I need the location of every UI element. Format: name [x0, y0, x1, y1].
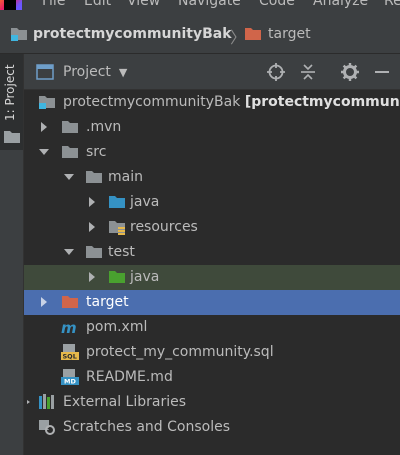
tree-item-mvn[interactable]: .mvn [24, 115, 400, 140]
tree-item-sql-label: protect_my_community.sql [86, 344, 274, 360]
chevron-right-icon[interactable] [86, 196, 98, 208]
menu-code[interactable]: Code [259, 0, 295, 10]
chevron-right-icon[interactable] [38, 296, 50, 308]
tree-item-external-libraries-label: External Libraries [63, 394, 186, 410]
excluded-folder-icon [62, 296, 78, 308]
menu-bar: File Edit View Navigate Code Analyze Re [0, 0, 400, 10]
tree-item-scratches[interactable]: Scratches and Consoles [24, 415, 400, 440]
folder-icon [86, 246, 102, 258]
chevron-down-icon[interactable] [38, 146, 50, 158]
tree-item-main[interactable]: main [24, 165, 400, 190]
tree-item-external-libraries[interactable]: External Libraries [24, 390, 400, 415]
excluded-folder-icon [245, 28, 261, 40]
project-tree: protectmycommunityBak [protectmycommuni … [24, 90, 400, 455]
menu-edit[interactable]: Edit [84, 0, 111, 10]
navigation-bar: protectmycommunityBak 〉 target [0, 10, 400, 54]
chevron-down-icon: ▼ [118, 65, 128, 79]
folder-icon [4, 131, 20, 143]
tree-item-test-java-label: java [130, 269, 160, 285]
project-panel-title: Project [63, 64, 111, 80]
tree-item-mvn-label: .mvn [86, 119, 122, 135]
menu-file[interactable]: File [42, 0, 65, 10]
gear-icon[interactable] [340, 62, 360, 82]
project-view-selector[interactable]: Project ▼ [36, 62, 127, 82]
libraries-icon [39, 394, 54, 409]
project-window-icon [36, 64, 54, 80]
project-tool-tab-label: 1: Project [3, 64, 17, 122]
source-folder-icon [109, 196, 125, 208]
locate-file-icon[interactable] [266, 62, 286, 82]
folder-icon [62, 146, 78, 158]
module-name-label: [protectmycommuni [244, 94, 400, 110]
tree-item-sql[interactable]: SQL protect_my_community.sql [24, 340, 400, 365]
project-tool-tab[interactable]: 1: Project [0, 54, 23, 150]
chevron-down-icon[interactable] [63, 246, 75, 258]
menu-navigate[interactable]: Navigate [178, 0, 241, 10]
scratches-icon [39, 420, 55, 435]
resources-folder-icon [109, 221, 125, 235]
menu-refactor[interactable]: Re [384, 0, 400, 10]
tree-item-main-label: main [108, 169, 143, 185]
tree-item-scratches-label: Scratches and Consoles [63, 419, 230, 435]
breadcrumb-project-label: protectmycommunityBak [33, 26, 232, 42]
markdown-file-icon: MD [61, 369, 79, 385]
sql-file-icon: SQL [61, 344, 79, 360]
chevron-right-icon[interactable] [86, 271, 98, 283]
project-module-icon [11, 28, 27, 41]
tree-item-pom[interactable]: m pom.xml [24, 315, 400, 340]
tree-item-test-java[interactable]: java [24, 265, 400, 290]
breadcrumb-project[interactable]: protectmycommunityBak [10, 25, 232, 43]
project-panel-header: Project ▼ [24, 54, 400, 90]
test-folder-icon [109, 271, 125, 283]
chevron-right-icon[interactable] [38, 121, 50, 133]
left-tool-strip: 1: Project [0, 54, 24, 455]
tree-item-resources-label: resources [130, 219, 198, 235]
folder-icon [62, 121, 78, 133]
tree-item-test[interactable]: test [24, 240, 400, 265]
menu-analyze[interactable]: Analyze [313, 0, 368, 10]
breadcrumb-target-label: target [268, 26, 311, 42]
chevron-right-icon[interactable] [24, 396, 34, 408]
tree-item-main-java-label: java [130, 194, 160, 210]
chevron-right-icon[interactable] [86, 221, 98, 233]
svg-text:m: m [61, 319, 77, 335]
tree-item-src-label: src [86, 144, 107, 160]
tree-item-main-java[interactable]: java [24, 190, 400, 215]
collapse-all-icon[interactable] [298, 62, 318, 82]
tree-item-root[interactable]: protectmycommunityBak [protectmycommuni [24, 90, 400, 115]
svg-text:MD: MD [64, 378, 76, 386]
module-folder-icon [39, 96, 55, 109]
intellij-logo-icon [0, 0, 22, 10]
tree-item-src[interactable]: src [24, 140, 400, 165]
chevron-down-icon[interactable] [63, 171, 75, 183]
tree-item-test-label: test [108, 244, 135, 260]
folder-icon [86, 171, 102, 183]
tree-item-target[interactable]: target [24, 290, 400, 315]
tree-item-root-label: protectmycommunityBak [protectmycommuni [63, 90, 400, 115]
tree-item-target-label: target [86, 294, 129, 310]
tree-item-resources[interactable]: resources [24, 215, 400, 240]
hide-minimize-icon[interactable] [372, 62, 392, 82]
svg-text:SQL: SQL [63, 353, 77, 361]
breadcrumb-target[interactable]: target [244, 25, 311, 43]
tree-item-readme[interactable]: MD README.md [24, 365, 400, 390]
tree-item-pom-label: pom.xml [86, 319, 148, 335]
tree-item-readme-label: README.md [86, 369, 173, 385]
maven-file-icon: m [61, 319, 77, 335]
menu-view[interactable]: View [127, 0, 160, 10]
